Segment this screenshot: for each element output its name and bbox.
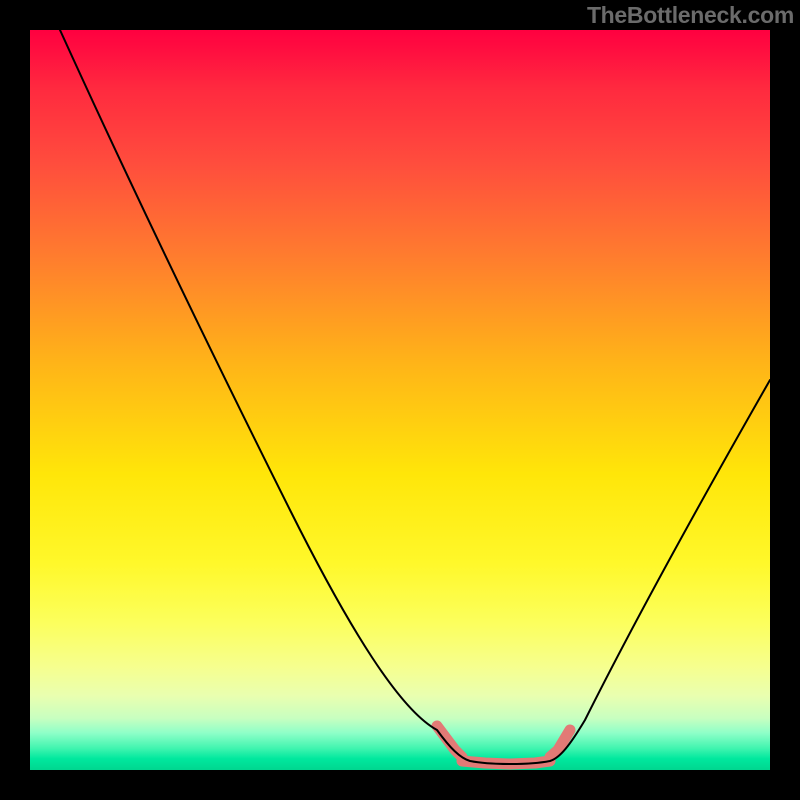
accent-left <box>437 726 462 757</box>
bottleneck-curve <box>60 30 770 764</box>
chart-svg <box>30 30 770 770</box>
chart-frame: TheBottleneck.com <box>0 0 800 800</box>
plot-area <box>30 30 770 770</box>
accent-right <box>550 730 570 757</box>
watermark-text: TheBottleneck.com <box>587 2 794 29</box>
